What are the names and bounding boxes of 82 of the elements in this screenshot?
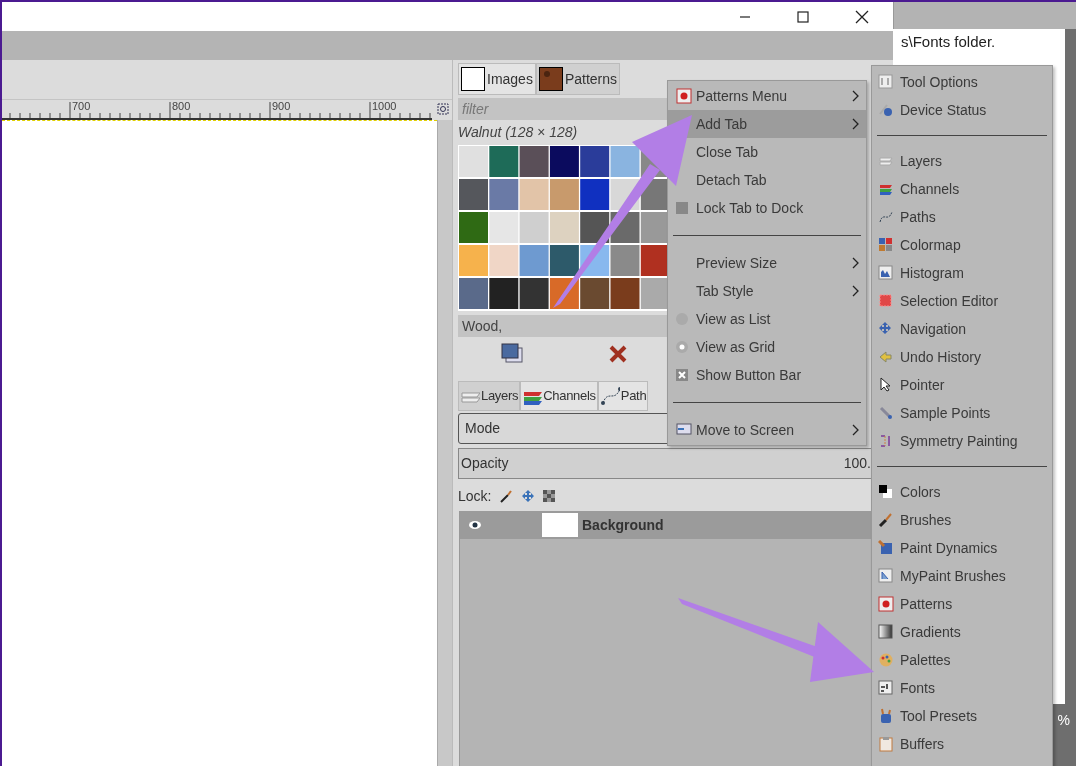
menu-item[interactable]: Patterns Menu	[668, 82, 866, 110]
menu-item[interactable]: Add Tab	[668, 110, 866, 138]
dock-tab[interactable]: Images	[458, 63, 536, 95]
menu-item[interactable]: Paths	[872, 203, 1052, 231]
colormap-icon	[878, 237, 894, 253]
zoom-icon	[437, 103, 449, 115]
palette-icon	[878, 652, 894, 668]
chevron-icon	[852, 257, 860, 269]
texture-icon	[538, 67, 563, 91]
layer-thumbnail	[542, 513, 578, 537]
menu-item[interactable]: Gradients	[872, 618, 1052, 646]
move-icon	[521, 489, 536, 503]
histogram-icon	[878, 265, 894, 281]
menu-item[interactable]: Buffers	[872, 730, 1052, 758]
brush-icon	[878, 512, 894, 528]
menu-item[interactable]: View as Grid	[668, 333, 866, 361]
clipboard-icon	[878, 736, 894, 752]
menu-item[interactable]: Show Button Bar	[668, 361, 866, 389]
lock-label: Lock:	[458, 486, 492, 506]
menu-item[interactable]: Sample Points	[872, 399, 1052, 427]
menu-item[interactable]: Histogram	[872, 259, 1052, 287]
menu-item[interactable]: Layers	[872, 147, 1052, 175]
menu-item[interactable]: Tool Options	[872, 68, 1052, 96]
ruler-label: 1000	[372, 101, 397, 112]
checker-icon	[543, 490, 556, 502]
ruler-label: 800	[172, 101, 191, 112]
document-text: s\Fonts folder.	[901, 33, 996, 50]
blank-image-icon	[461, 67, 485, 91]
gradient-icon	[878, 624, 894, 640]
tags-field[interactable]: Wood,	[458, 315, 670, 337]
dynamics-icon	[878, 540, 894, 556]
close-icon	[855, 9, 869, 24]
preset-icon	[878, 708, 894, 724]
menu-item[interactable]: Undo History	[872, 343, 1052, 371]
menu-item[interactable]: Colormap	[872, 231, 1052, 259]
patterns-icon	[878, 596, 894, 612]
zoom-text: %	[1057, 711, 1070, 730]
ruler-label: 900	[272, 101, 291, 112]
chevron-icon	[852, 118, 860, 130]
menu-item[interactable]: View as List	[668, 305, 866, 333]
dock-tab[interactable]: Layers	[458, 381, 521, 411]
patterns-icon	[676, 88, 692, 104]
sample-point-icon	[878, 405, 894, 421]
chevron-icon	[852, 285, 860, 297]
mypaint-icon	[878, 568, 894, 584]
menu-item[interactable]: Colors	[872, 478, 1052, 506]
dock-tab[interactable]: Patterns	[535, 63, 621, 95]
menu-item[interactable]: Pointer	[872, 371, 1052, 399]
selection-icon	[878, 293, 894, 309]
brush-icon	[499, 489, 514, 503]
menu-item[interactable]: Device Status	[872, 96, 1052, 124]
monitor-icon	[676, 422, 692, 438]
chevron-icon	[852, 90, 860, 102]
menu-item[interactable]: Preview Size	[668, 249, 866, 277]
path-icon	[599, 385, 620, 407]
move-icon	[878, 321, 894, 337]
colors-icon	[878, 484, 894, 500]
options-icon	[878, 74, 894, 90]
menu-item[interactable]: Tab Style	[668, 277, 866, 305]
dock-tab[interactable]: Path	[597, 381, 649, 411]
ruler-label: 700	[72, 101, 91, 112]
path-icon	[878, 209, 894, 225]
font-icon	[878, 680, 894, 696]
menu-item[interactable]: MyPaint Brushes	[872, 562, 1052, 590]
image-stack-icon	[500, 342, 524, 366]
menu-item[interactable]: Patterns	[872, 590, 1052, 618]
menu-item[interactable]: Fonts	[872, 674, 1052, 702]
filter-field[interactable]: filter	[458, 98, 670, 120]
chevron-icon	[852, 424, 860, 436]
pattern-name: Walnut (128 × 128)	[458, 123, 579, 142]
menu-item[interactable]: Tool Presets	[872, 702, 1052, 730]
menu-item[interactable]: Palettes	[872, 646, 1052, 674]
device-icon	[878, 102, 894, 118]
menu-item[interactable]: Selection Editor	[872, 287, 1052, 315]
undo-icon	[878, 349, 894, 365]
delete-icon	[608, 344, 628, 364]
maximize-icon	[797, 10, 809, 23]
menu-item[interactable]: Lock Tab to Dock	[668, 194, 866, 222]
menu-item[interactable]: Channels	[872, 175, 1052, 203]
eye-icon	[468, 520, 482, 530]
dock-tab[interactable]: Channels	[520, 381, 598, 411]
menu-item[interactable]: Navigation	[872, 315, 1052, 343]
